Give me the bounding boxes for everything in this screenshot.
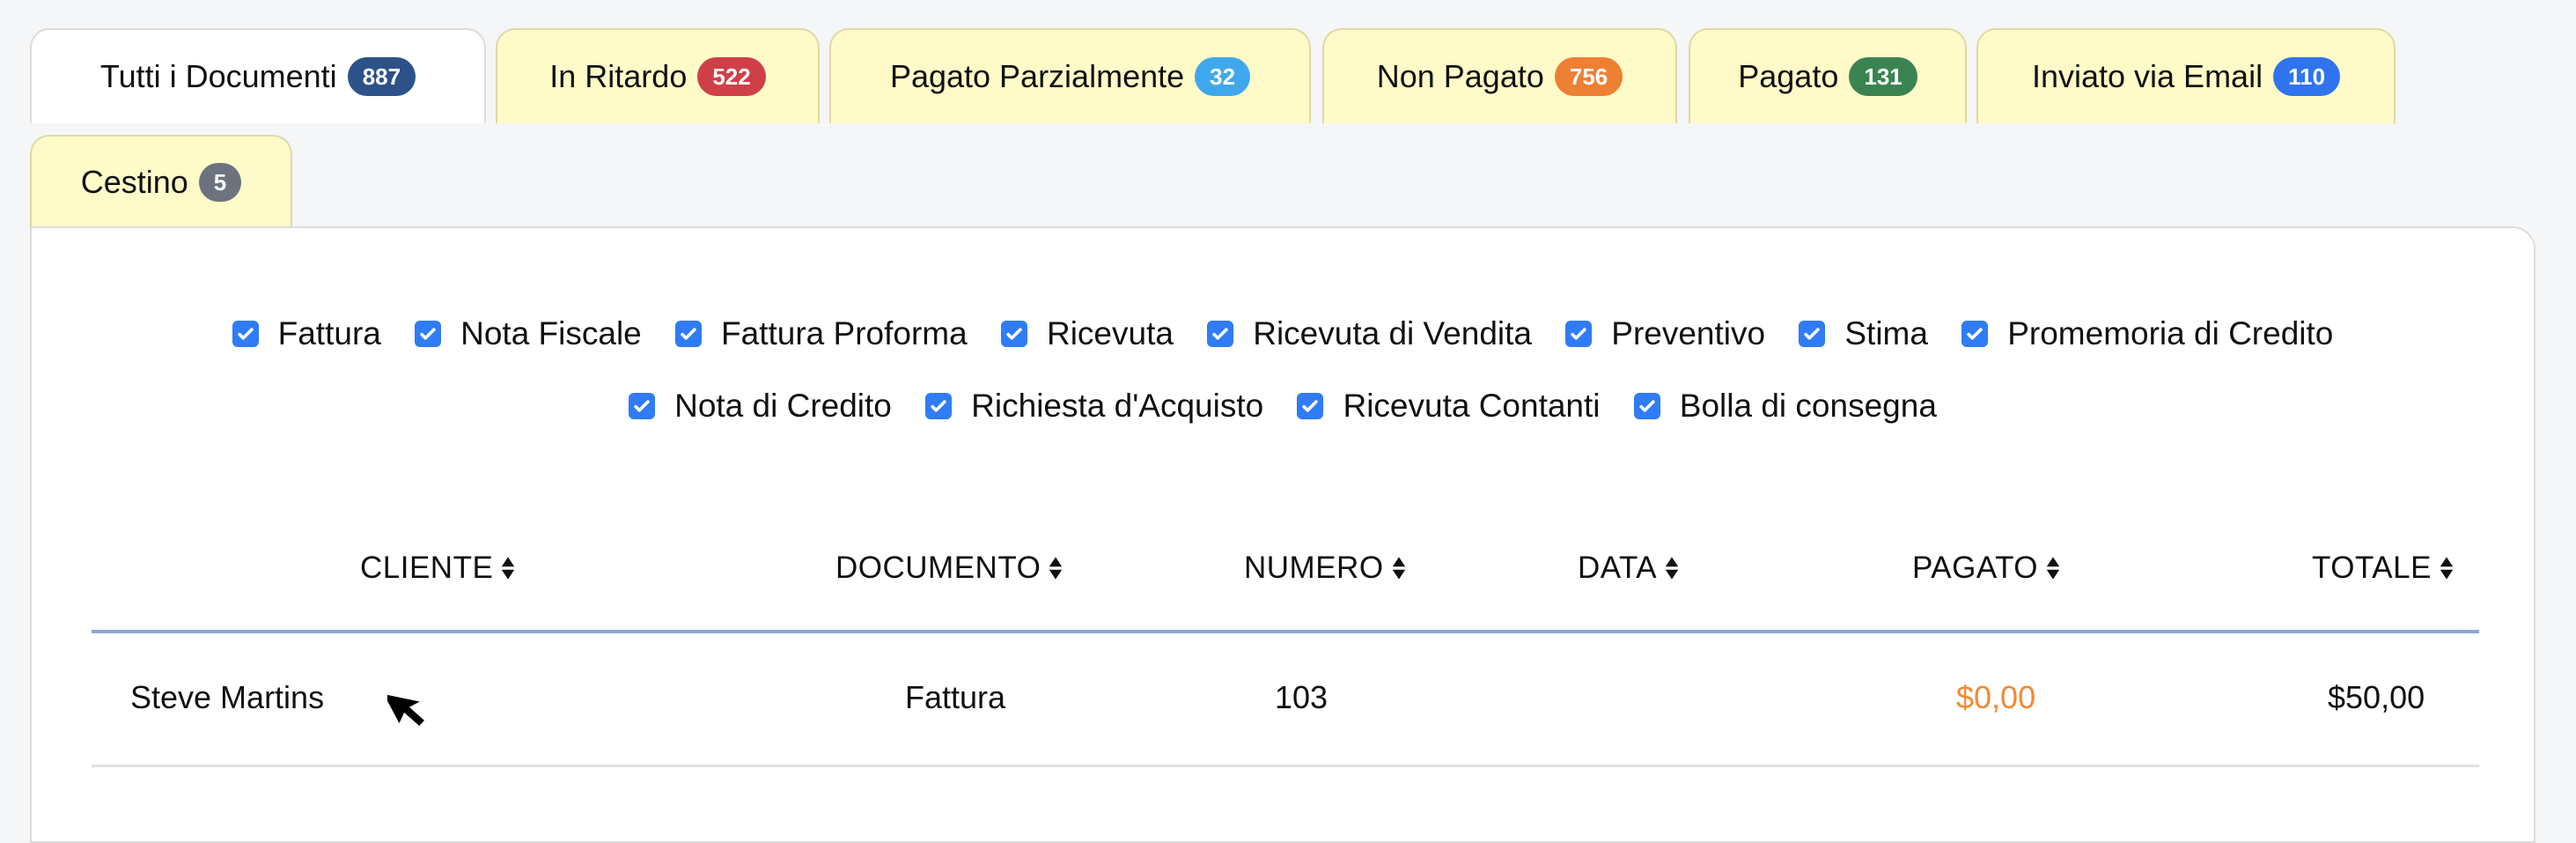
filter-nota-di-credito[interactable]: Nota di Credito: [629, 388, 892, 425]
checkbox-checked-icon[interactable]: [1633, 393, 1660, 419]
column-header-cliente[interactable]: CLIENTE: [360, 551, 516, 586]
cell-pagato: $0,00: [1956, 679, 2036, 715]
count-badge: 110: [2273, 57, 2341, 96]
table-row[interactable]: Steve Martins Fattura 103 $0,00 $50,00: [92, 633, 2479, 767]
filter-label: Preventivo: [1611, 315, 1766, 351]
tab-partially-paid[interactable]: Pagato Parzialmente 32: [829, 28, 1311, 123]
column-header-totale[interactable]: TOTALE: [2312, 551, 2455, 586]
table-header: CLIENTE DOCUMENTO NUMERO DATA PAGATO TOT…: [92, 510, 2479, 633]
filter-fattura[interactable]: Fattura: [232, 315, 381, 352]
checkbox-checked-icon[interactable]: [925, 393, 953, 419]
checkbox-checked-icon[interactable]: [232, 321, 259, 347]
checkbox-checked-icon[interactable]: [675, 321, 703, 347]
filter-stima[interactable]: Stima: [1799, 315, 1928, 352]
checkbox-checked-icon[interactable]: [415, 321, 442, 347]
sort-icon: [1665, 557, 1679, 580]
filter-label: Nota di Credito: [674, 388, 892, 424]
tab-label: Pagato: [1738, 58, 1839, 94]
column-label: PAGATO: [1912, 551, 2039, 585]
checkbox-checked-icon[interactable]: [1000, 321, 1027, 347]
filter-label: Nota Fiscale: [460, 315, 642, 351]
column-label: NUMERO: [1244, 551, 1384, 585]
sort-icon: [2046, 557, 2060, 580]
tab-label: Tutti i Documenti: [99, 58, 337, 94]
column-label: TOTALE: [2312, 551, 2432, 585]
mouse-cursor-icon: [387, 693, 425, 726]
filter-ricevuta-contanti[interactable]: Ricevuta Contanti: [1297, 388, 1601, 425]
column-header-numero[interactable]: NUMERO: [1244, 551, 1407, 586]
filter-label: Promemoria di Credito: [2007, 315, 2334, 351]
column-label: DOCUMENTO: [835, 551, 1041, 585]
count-badge: 522: [697, 57, 766, 96]
filter-preventivo[interactable]: Preventivo: [1565, 315, 1765, 352]
tab-trash[interactable]: Cestino 5: [30, 135, 292, 228]
count-badge: 887: [347, 57, 416, 96]
document-type-filters-row2: Nota di Credito Richiesta d'Acquisto Ric…: [32, 387, 2534, 425]
column-header-data[interactable]: DATA: [1578, 551, 1680, 586]
tab-overdue[interactable]: In Ritardo 522: [496, 28, 820, 123]
checkbox-checked-icon[interactable]: [1961, 321, 1989, 347]
column-label: CLIENTE: [360, 551, 494, 585]
tab-label: Inviato via Email: [2031, 58, 2263, 94]
documents-panel: Fattura Nota Fiscale Fattura Proforma Ri…: [30, 226, 2536, 843]
tab-label: In Ritardo: [549, 58, 688, 94]
column-header-documento[interactable]: DOCUMENTO: [835, 551, 1064, 586]
filter-richiesta-d-acquisto[interactable]: Richiesta d'Acquisto: [925, 388, 1263, 425]
filter-label: Ricevuta: [1046, 315, 1174, 351]
filter-label: Ricevuta di Vendita: [1253, 315, 1532, 351]
filter-label: Richiesta d'Acquisto: [971, 388, 1264, 424]
column-header-pagato[interactable]: PAGATO: [1912, 551, 2061, 586]
filter-bolla-di-consegna[interactable]: Bolla di consegna: [1633, 388, 1937, 425]
cell-numero: 103: [1275, 679, 1328, 715]
filter-label: Fattura Proforma: [721, 315, 968, 351]
checkbox-checked-icon[interactable]: [1297, 393, 1324, 419]
checkbox-checked-icon[interactable]: [1207, 321, 1234, 347]
sort-icon: [1049, 557, 1063, 580]
cell-totale: $50,00: [2328, 679, 2425, 715]
filter-label: Bolla di consegna: [1679, 388, 1937, 424]
filter-ricevuta-di-vendita[interactable]: Ricevuta di Vendita: [1207, 315, 1532, 352]
tab-paid[interactable]: Pagato 131: [1689, 28, 1967, 123]
tab-sent-via-email[interactable]: Inviato via Email 110: [1976, 28, 2396, 123]
checkbox-checked-icon[interactable]: [1799, 321, 1826, 347]
filter-fattura-proforma[interactable]: Fattura Proforma: [675, 315, 968, 352]
filter-promemoria-di-credito[interactable]: Promemoria di Credito: [1961, 315, 2333, 352]
filter-nota-fiscale[interactable]: Nota Fiscale: [415, 315, 642, 352]
tab-label: Non Pagato: [1376, 58, 1544, 94]
document-type-filters: Fattura Nota Fiscale Fattura Proforma Ri…: [32, 314, 2534, 352]
count-badge: 5: [198, 163, 242, 202]
tab-all-documents[interactable]: Tutti i Documenti 887: [30, 28, 486, 123]
count-badge: 32: [1195, 57, 1251, 96]
sort-icon: [2440, 557, 2454, 580]
filter-label: Stima: [1844, 315, 1928, 351]
sort-icon: [1392, 557, 1405, 580]
cell-cliente[interactable]: Steve Martins: [130, 679, 324, 716]
tab-label: Pagato Parzialmente: [889, 58, 1185, 94]
filter-ricevuta[interactable]: Ricevuta: [1000, 315, 1174, 352]
count-badge: 756: [1554, 57, 1623, 96]
sort-icon: [502, 557, 515, 580]
filter-label: Fattura: [277, 315, 381, 351]
column-label: DATA: [1578, 551, 1658, 585]
count-badge: 131: [1849, 57, 1917, 96]
tab-unpaid[interactable]: Non Pagato 756: [1322, 28, 1677, 123]
cell-documento: Fattura: [905, 679, 1006, 715]
tab-label: Cestino: [80, 164, 188, 200]
filter-label: Ricevuta Contanti: [1343, 388, 1601, 424]
checkbox-checked-icon[interactable]: [629, 393, 656, 419]
checkbox-checked-icon[interactable]: [1565, 321, 1593, 347]
